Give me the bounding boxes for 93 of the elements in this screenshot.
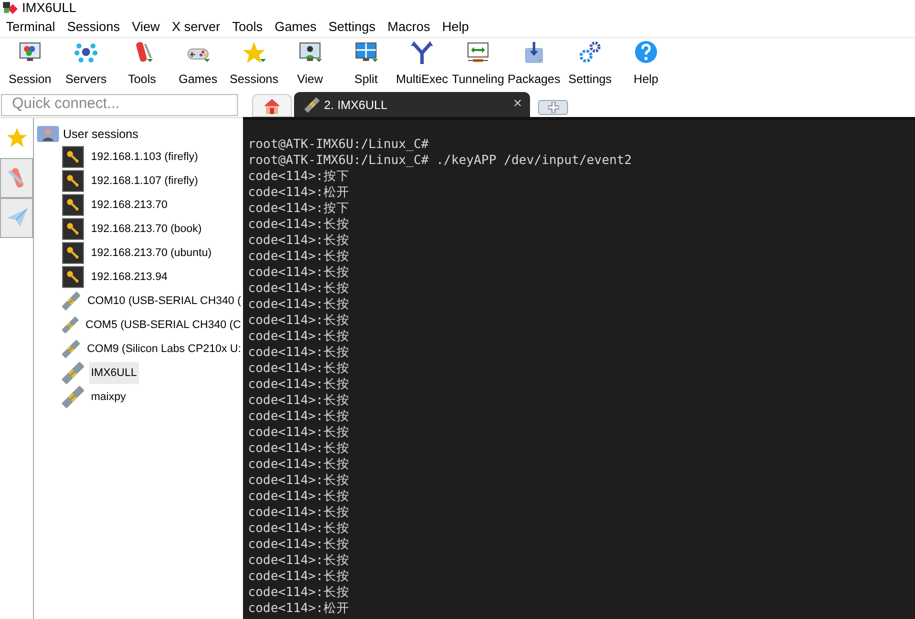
menu-item[interactable]: X server (166, 16, 226, 36)
toolbar-button[interactable]: Tools (114, 40, 170, 88)
toolbar-button[interactable]: Games (170, 40, 226, 88)
key-icon (62, 146, 84, 168)
terminal-line: code<114>:长按 (248, 440, 350, 456)
terminal-line: code<114>:松开 (248, 184, 350, 200)
session-item[interactable]: COM9 (Silicon Labs CP210x U: (84, 338, 243, 360)
toolbar-button[interactable]: Session (2, 40, 58, 88)
send-icon (6, 207, 28, 229)
toolbar-button[interactable]: Servers (58, 40, 114, 88)
toolbar-button[interactable]: MultiExec (394, 40, 450, 88)
session-item[interactable]: 192.168.213.70 (ubuntu) (89, 242, 214, 264)
terminal-line: code<114>:长按 (248, 264, 350, 280)
plug-icon (62, 362, 84, 384)
house-icon (263, 98, 281, 114)
key-icon (62, 266, 84, 288)
terminal-line: code<114>:长按 (248, 456, 350, 472)
toolbar-button[interactable]: Sessions (226, 40, 282, 88)
terminal-line: code<114>:长按 (248, 552, 350, 568)
terminal-line: code<114>:长按 (248, 488, 350, 504)
help-icon (633, 40, 659, 66)
terminal-line: code<114>:长按 (248, 504, 350, 520)
toolbar-button[interactable]: Help (618, 40, 674, 88)
key-icon (62, 194, 84, 216)
toolbar-button[interactable]: View (282, 40, 338, 88)
terminal-line: code<114>:长按 (248, 232, 350, 248)
toolbar-button[interactable]: Tunneling (450, 40, 506, 88)
menu-item[interactable]: View (126, 16, 166, 36)
terminal-line: code<114>:长按 (248, 328, 350, 344)
plug-icon (62, 314, 79, 336)
menu-item[interactable]: Help (436, 16, 475, 36)
window-title: IMX6ULL (22, 0, 76, 18)
terminal-panel[interactable] (243, 117, 915, 619)
terminal-line: code<114>:长按 (248, 536, 350, 552)
star-icon (6, 127, 28, 149)
menu-item[interactable]: Sessions (61, 16, 126, 36)
toolbar-button[interactable]: Packages (506, 40, 562, 88)
new-tab-button[interactable] (538, 100, 568, 115)
terminal-line: code<114>:长按 (248, 248, 350, 264)
toolbar-button[interactable]: Settings (562, 40, 618, 88)
key-icon (62, 218, 84, 240)
session-item[interactable]: 192.168.213.94 (89, 266, 170, 288)
menu-item[interactable]: Macros (381, 16, 436, 36)
terminal-line: code<114>:长按 (248, 584, 350, 600)
multiexec-icon (409, 40, 435, 66)
terminal-line: code<114>:长按 (248, 296, 350, 312)
terminal-line: code<114>:长按 (248, 408, 350, 424)
terminal-line: code<114>:长按 (248, 344, 350, 360)
tree-folder-label[interactable]: User sessions (63, 125, 138, 143)
session-item[interactable]: maixpy (89, 386, 128, 408)
close-tab-button[interactable]: × (513, 93, 522, 116)
terminal-line: root@ATK-IMX6U:/Linux_C# (248, 136, 430, 152)
terminal-line: code<114>:长按 (248, 472, 350, 488)
session-item[interactable]: IMX6ULL (89, 362, 139, 384)
session-item[interactable]: 192.168.213.70 (89, 194, 170, 216)
terminal-line: code<114>:松开 (248, 600, 350, 616)
terminal-line: code<114>:按下 (248, 200, 350, 216)
terminal-line: code<114>:长按 (248, 424, 350, 440)
user-folder-icon (37, 125, 59, 143)
session-item[interactable]: COM10 (USB-SERIAL CH340 ( (85, 290, 243, 312)
menu-item[interactable]: Tools (226, 16, 269, 36)
session-item[interactable]: 192.168.1.103 (firefly) (89, 146, 200, 168)
terminal-line: code<114>:长按 (248, 568, 350, 584)
quick-connect-field[interactable]: Quick connect... (1, 94, 238, 116)
terminal-line: code<114>:长按 (248, 360, 350, 376)
toolbar-button[interactable]: Split (338, 40, 394, 88)
sidebar-tab[interactable] (0, 158, 33, 198)
key-icon (62, 242, 84, 264)
plug-icon (304, 96, 320, 112)
sidebar-tab[interactable] (0, 198, 33, 238)
plug-icon (62, 290, 80, 312)
home-tab[interactable] (252, 94, 292, 117)
terminal-line: code<114>:长按 (248, 216, 350, 232)
session-item[interactable]: COM5 (USB-SERIAL CH340 (C (84, 314, 243, 336)
plug-icon (62, 386, 84, 408)
terminal-line: code<114>:长按 (248, 376, 350, 392)
terminal-line: code<114>:长按 (248, 280, 350, 296)
terminal-line: code<114>:长按 (248, 392, 350, 408)
menu-item[interactable]: Games (268, 16, 322, 36)
plug-icon (62, 338, 80, 360)
menu-item[interactable]: Terminal (0, 16, 62, 36)
session-item[interactable]: 192.168.213.70 (book) (89, 218, 204, 240)
terminal-line: root@ATK-IMX6U:/Linux_C# ./keyAPP /dev/input/event2 (248, 152, 633, 168)
plus-icon (548, 102, 558, 113)
star-icon (241, 40, 267, 66)
terminal-line: code<114>:长按 (248, 312, 350, 328)
key-icon (62, 170, 84, 192)
terminal-line: code<114>:按下 (248, 168, 350, 184)
terminal-line: code<114>:长按 (248, 520, 350, 536)
session-tab[interactable]: 2. IMX6ULL × (294, 92, 530, 117)
app-logo-icon (2, 1, 18, 15)
session-item[interactable]: 192.168.1.107 (firefly) (89, 170, 200, 192)
menu-item[interactable]: Settings (322, 16, 382, 36)
